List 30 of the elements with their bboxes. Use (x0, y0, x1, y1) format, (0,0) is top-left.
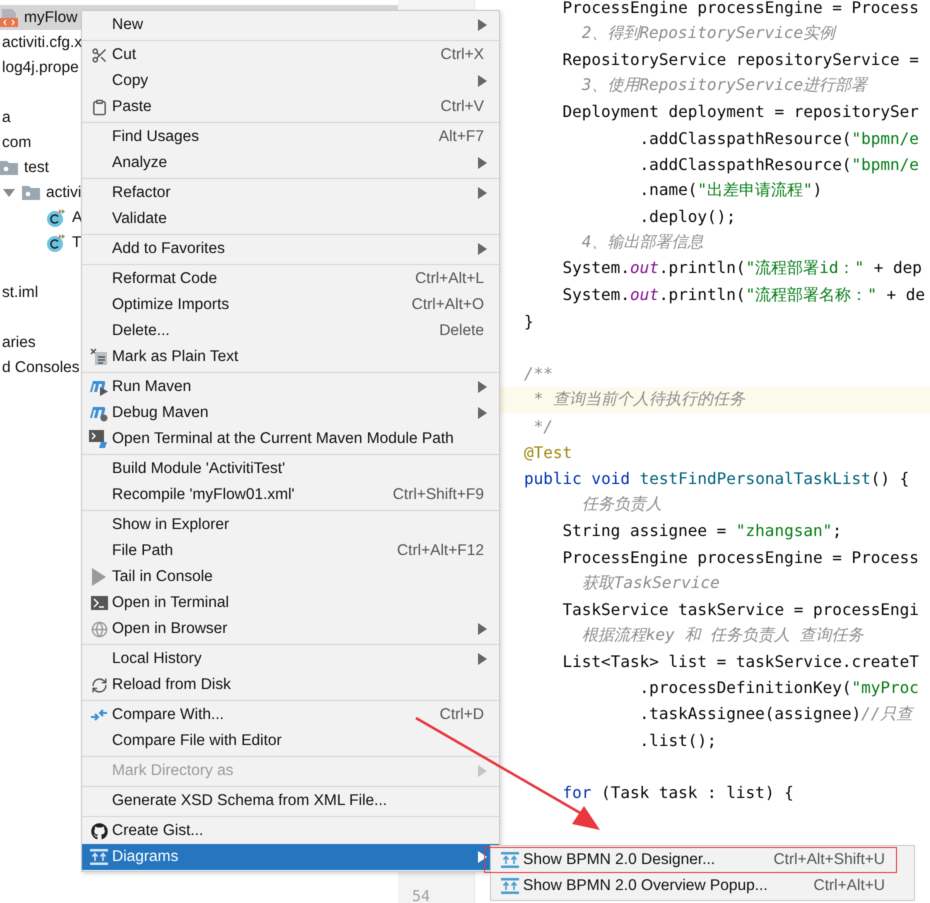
code-line: System.out.println("流程部署名称：" + de (562, 284, 925, 306)
code-line: .addClasspathResource("bpmn/e (640, 128, 919, 148)
code-line: ProcessEngine processEngine = Process (562, 0, 919, 17)
code-line: .addClasspathResource("bpmn/e (640, 154, 919, 174)
code-line: String assignee = "zhangsan"; (562, 521, 842, 540)
code-line: RepositoryService repositoryService = (562, 50, 919, 69)
code-line: * 查询当前个人待执行的任务 (534, 389, 745, 410)
code-line: @Test (524, 442, 572, 462)
code-line: .processDefinitionKey("myProc (640, 678, 919, 698)
code-line: .name("出差申请流程") (640, 180, 822, 201)
code-line: 获取TaskService (582, 572, 720, 594)
code-line: 2、得到RepositoryService实例 (582, 22, 836, 44)
code-line: Deployment deployment = repositorySer (562, 102, 919, 122)
code-line: TaskService taskService = processEngi (562, 600, 919, 619)
code-line: 4、输出部署信息 (582, 232, 704, 254)
code-line: .taskAssignee(assignee)//只查 (640, 704, 912, 725)
code-line: 3、使用RepositoryService进行部署 (582, 75, 868, 96)
code-line: /** (524, 364, 553, 384)
code-line: 根据流程key 和 任务负责人 查询任务 (582, 625, 864, 646)
code-line: System.out.println("流程部署id：" + dep (562, 258, 922, 280)
code-line: public void testFindPersonalTaskList() { (524, 468, 910, 488)
code-line: */ (534, 416, 553, 436)
code-line: List<Task> list = taskService.createT (562, 652, 919, 672)
code-line: for (Task task : list) { (562, 783, 794, 802)
code-line: } (524, 312, 534, 331)
line-number: 54 (412, 886, 432, 903)
code-line: .list(); (640, 730, 717, 750)
code-line: 任务负责人 (582, 494, 662, 516)
code-line: ProcessEngine processEngine = Process (562, 548, 919, 567)
code-line: .deploy(); (640, 207, 736, 226)
